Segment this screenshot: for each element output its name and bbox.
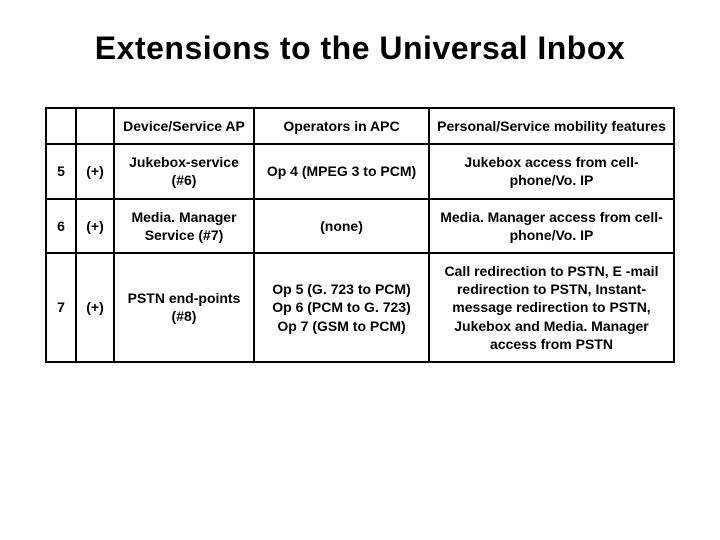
header-num [46,108,76,144]
cell-ops: Op 4 (MPEG 3 to PCM) [254,144,429,198]
table-header-row: Device/Service AP Operators in APC Perso… [46,108,674,144]
cell-mark: (+) [76,199,114,253]
extensions-table: Device/Service AP Operators in APC Perso… [45,107,675,363]
page-title: Extensions to the Universal Inbox [45,30,675,67]
header-mark [76,108,114,144]
cell-features: Media. Manager access from cell-phone/Vo… [429,199,674,253]
cell-mark: (+) [76,144,114,198]
cell-num: 5 [46,144,76,198]
cell-ops: (none) [254,199,429,253]
cell-features: Jukebox access from cell-phone/Vo. IP [429,144,674,198]
header-ops: Operators in APC [254,108,429,144]
cell-device: Jukebox-service (#6) [114,144,254,198]
cell-device: PSTN end-points (#8) [114,253,254,362]
table-row: 5 (+) Jukebox-service (#6) Op 4 (MPEG 3 … [46,144,674,198]
header-features: Personal/Service mobility features [429,108,674,144]
table-row: 7 (+) PSTN end-points (#8) Op 5 (G. 723 … [46,253,674,362]
table-row: 6 (+) Media. Manager Service (#7) (none)… [46,199,674,253]
cell-num: 6 [46,199,76,253]
cell-num: 7 [46,253,76,362]
cell-ops: Op 5 (G. 723 to PCM)Op 6 (PCM to G. 723)… [254,253,429,362]
cell-device: Media. Manager Service (#7) [114,199,254,253]
cell-mark: (+) [76,253,114,362]
cell-features: Call redirection to PSTN, E -mail redire… [429,253,674,362]
header-device: Device/Service AP [114,108,254,144]
